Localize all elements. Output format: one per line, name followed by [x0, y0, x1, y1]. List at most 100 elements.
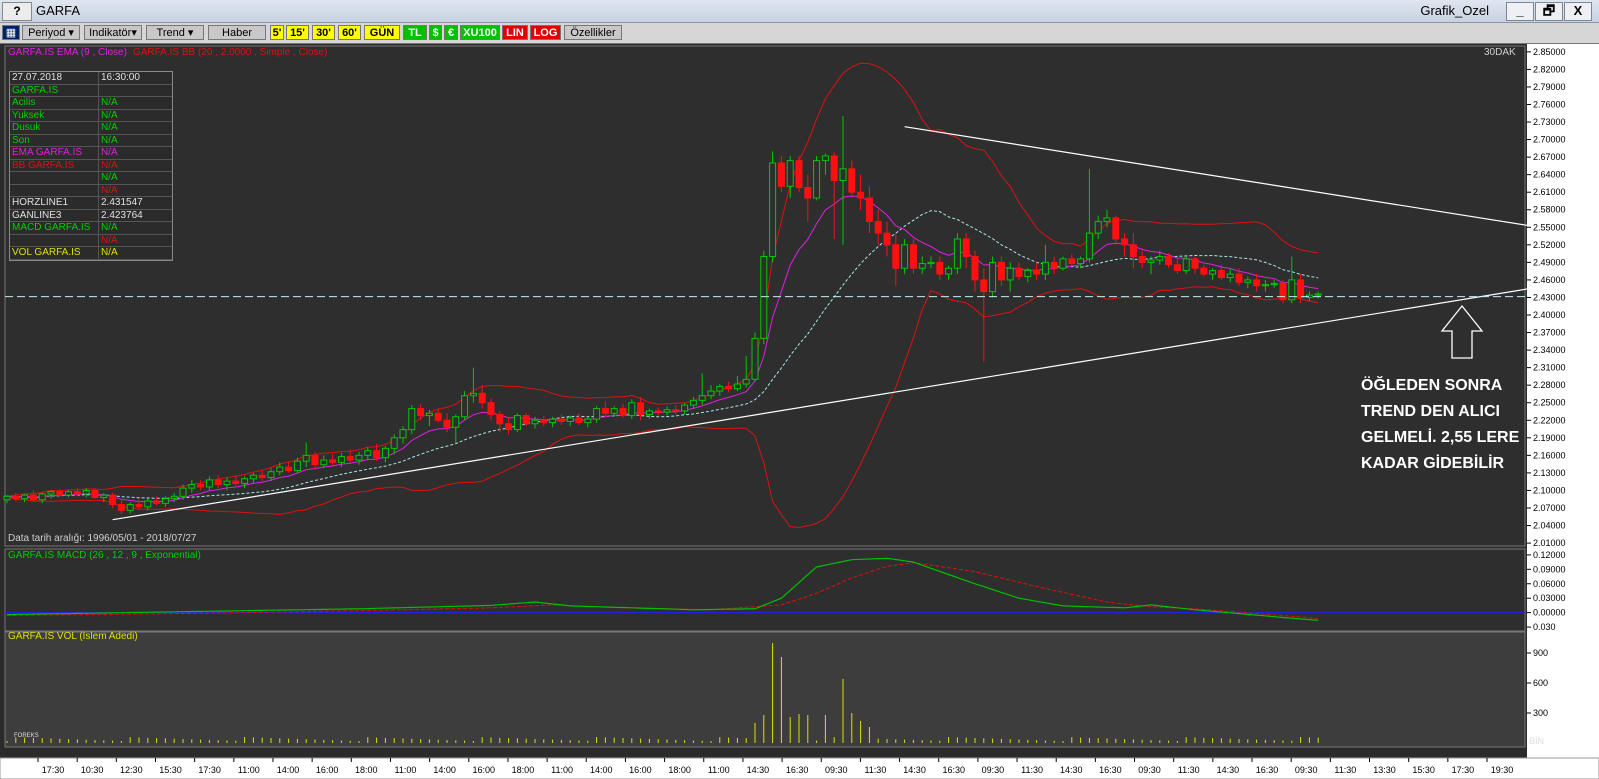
ema-legend: GARFA.IS EMA (9 , Close): [8, 47, 127, 58]
info-value: N/A: [101, 247, 118, 258]
candle-body: [285, 466, 293, 472]
info-label: [10, 172, 99, 184]
candle-body: [399, 429, 407, 439]
x-tick-label: 16:00: [473, 765, 496, 775]
info-label: EMA GARFA.IS: [10, 147, 99, 159]
macd-y-tick-label: 0.06000: [1533, 579, 1566, 589]
period-gun-button[interactable]: GÜN: [364, 25, 400, 40]
minimize-button[interactable]: _: [1506, 2, 1534, 21]
chart-area[interactable]: 2.85000 2.82000 2.79000 2.76000 2.73000 2.700…: [0, 44, 1599, 779]
candle-body: [821, 155, 829, 162]
vol-unit-label: BİN: [1529, 736, 1544, 746]
close-button[interactable]: X: [1564, 2, 1592, 21]
window-title: GARFA: [36, 3, 81, 18]
candle-body: [73, 491, 81, 495]
indikator-dropdown[interactable]: Indikatör▾: [84, 25, 142, 40]
price-y-tick-label: 2.40000: [1533, 310, 1566, 320]
macd-y-tick-label: 0.03000: [1533, 593, 1566, 603]
info-row: Acilis N/A: [10, 97, 172, 110]
vol-y-tick-label: 900: [1533, 648, 1548, 658]
x-tick-label: 14:30: [903, 765, 926, 775]
candle-body: [170, 495, 178, 500]
period-15-button[interactable]: 15': [286, 25, 309, 40]
restore-button[interactable]: 🗗: [1535, 2, 1563, 21]
price-y-tick-label: 2.28000: [1533, 380, 1566, 390]
periyod-dropdown[interactable]: Periyod ▾: [22, 25, 80, 40]
candle-body: [989, 261, 997, 293]
macd-legend: GARFA.IS MACD (26 , 12 , 9 , Exponential…: [8, 550, 201, 561]
x-tick-label: 19:30: [1491, 765, 1514, 775]
candle-body: [531, 419, 539, 425]
candle-body: [593, 408, 601, 420]
price-legend: GARFA.IS EMA (9 , Close) GARFA.IS BB (20 …: [8, 47, 327, 58]
info-row: MACD GARFA.IS N/A: [10, 222, 172, 235]
candle-body: [469, 392, 477, 397]
candle-body: [21, 494, 29, 500]
annotation-line: GELMELİ. 2,55 LERE: [1361, 428, 1520, 446]
candle-body: [337, 456, 345, 463]
candle-body: [830, 155, 838, 182]
candle-body: [417, 408, 425, 417]
x-tick-label: 11:30: [1021, 765, 1043, 775]
ozellikler-button[interactable]: Özellikler: [564, 25, 622, 40]
info-value: N/A: [101, 159, 118, 171]
lin-scale-button[interactable]: LIN: [502, 25, 528, 40]
price-y-tick-label: 2.10000: [1533, 485, 1566, 495]
info-value: N/A: [101, 234, 118, 246]
x-tick-label: 11:30: [1334, 765, 1356, 775]
candle-body: [883, 232, 891, 246]
info-value: N/A: [101, 172, 118, 183]
candle-body: [302, 454, 310, 462]
candle-body: [909, 244, 917, 269]
x-tick-label: 17:30: [198, 765, 221, 775]
info-label: Son: [10, 134, 99, 146]
candle-body: [997, 261, 1005, 281]
candle-body: [936, 261, 944, 275]
candle-body: [1244, 279, 1252, 283]
candle-body: [918, 263, 926, 269]
price-y-tick-label: 2.16000: [1533, 450, 1566, 460]
period-30-button[interactable]: 30': [312, 25, 335, 40]
x-tick-label: 11:00: [395, 765, 417, 775]
info-label: 27.07.2018: [10, 72, 99, 84]
xu100-button[interactable]: XU100: [460, 25, 500, 40]
currency-usd-button[interactable]: $: [429, 25, 442, 40]
candle-body: [100, 494, 108, 498]
candle-body: [56, 491, 64, 496]
info-value: 16:30:00: [101, 72, 140, 83]
candle-body: [267, 471, 275, 479]
log-scale-button[interactable]: LOG: [530, 25, 561, 40]
candle-body: [1006, 267, 1014, 281]
candle-body: [1103, 217, 1111, 222]
vol-y-tick-label: 600: [1533, 678, 1548, 688]
candle-body: [188, 484, 196, 489]
candle-body: [505, 423, 513, 431]
currency-tl-button[interactable]: TL: [403, 25, 427, 40]
chevron-down-icon: ▾: [184, 27, 194, 39]
candle-body: [751, 337, 759, 380]
help-button[interactable]: ?: [2, 2, 32, 21]
candle-body: [223, 480, 231, 486]
candle-body: [496, 413, 504, 425]
price-y-tick-label: 2.73000: [1533, 117, 1566, 127]
info-row: GARFA.IS: [10, 84, 172, 97]
candle-body: [3, 495, 11, 501]
candle-body: [689, 399, 697, 406]
info-label: GANLINE3: [10, 209, 99, 221]
candle-body: [205, 479, 213, 488]
x-tick-label: 16:30: [1099, 765, 1122, 775]
info-value: N/A: [101, 134, 118, 146]
candle-body: [953, 238, 961, 269]
haber-button[interactable]: Haber: [208, 25, 266, 40]
candle-body: [161, 498, 169, 504]
period-5-button[interactable]: 5': [270, 25, 284, 40]
info-row: 27.07.2018 16:30:00: [10, 72, 172, 85]
candle-body: [82, 489, 90, 495]
trend-dropdown[interactable]: Trend ▾: [146, 25, 204, 40]
x-tick-label: 16:30: [786, 765, 809, 775]
candle-body: [117, 503, 125, 511]
price-y-tick-label: 2.64000: [1533, 170, 1566, 180]
period-60-button[interactable]: 60': [338, 25, 361, 40]
price-y-tick-label: 2.49000: [1533, 257, 1566, 267]
currency-eur-button[interactable]: €: [444, 25, 458, 40]
